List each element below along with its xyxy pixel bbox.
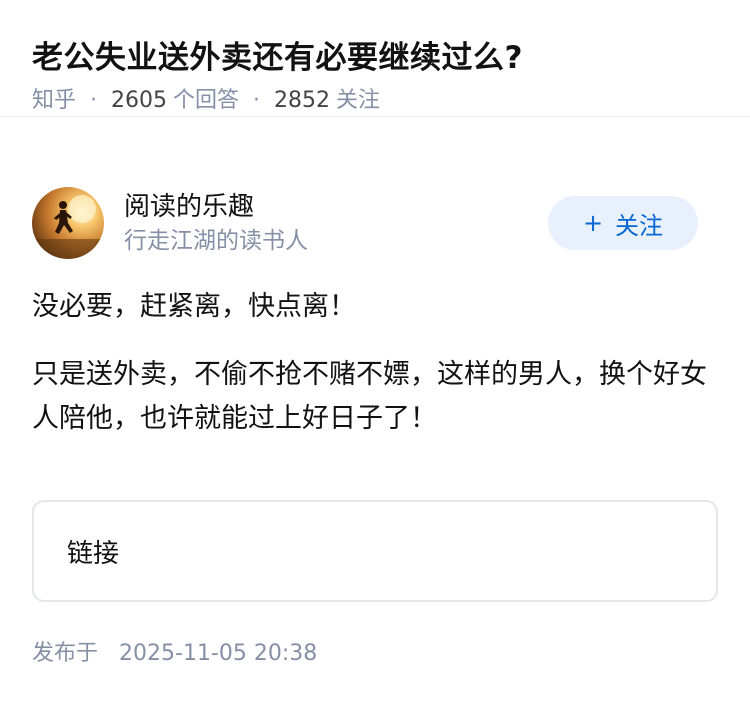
answer-body: 没必要，赶紧离，快点离！ 只是送外卖，不偷不抢不赌不嫖，这样的男人，换个好女人陪…	[32, 285, 710, 465]
answer-count-label: 个回答	[173, 88, 240, 113]
plus-icon: +	[582, 209, 604, 237]
follower-count: 2852	[274, 88, 331, 113]
follow-button[interactable]: + 关注	[548, 196, 698, 250]
author-bio: 行走江湖的读书人	[124, 228, 308, 254]
publish-time: 发布于 2025-11-05 20:38	[32, 637, 317, 671]
source-label[interactable]: 知乎	[32, 86, 76, 116]
publish-label: 发布于	[32, 641, 99, 666]
follow-button-label: 关注	[615, 211, 664, 240]
question-title[interactable]: 老公失业送外卖还有必要继续过么?	[32, 34, 718, 82]
link-card[interactable]: 链接	[32, 500, 718, 602]
author-row: 阅读的乐趣 行走江湖的读书人 + 关注	[32, 185, 698, 261]
question-meta: 知乎 · 2605 个回答 · 2852 关注	[32, 86, 718, 116]
question-header: 老公失业送外卖还有必要继续过么? 知乎 · 2605 个回答 · 2852 关注	[0, 0, 750, 117]
follower-count-label: 关注	[336, 88, 381, 113]
runner-silhouette-icon	[32, 195, 104, 259]
author-name[interactable]: 阅读的乐趣	[124, 189, 308, 225]
publish-date: 2025-11-05 20:38	[119, 641, 318, 666]
avatar[interactable]	[32, 187, 104, 259]
answer-count: 2605	[111, 88, 168, 113]
meta-separator: ·	[253, 88, 261, 113]
meta-separator: ·	[90, 88, 98, 113]
author-info: 阅读的乐趣 行走江湖的读书人	[124, 189, 308, 257]
link-card-label: 链接	[67, 538, 120, 569]
answer-paragraph: 没必要，赶紧离，快点离！	[32, 291, 356, 322]
answer-paragraph: 只是送外卖，不偷不抢不赌不嫖，这样的男人，换个好女人陪他，也许就能过上好日子了！	[32, 359, 707, 434]
